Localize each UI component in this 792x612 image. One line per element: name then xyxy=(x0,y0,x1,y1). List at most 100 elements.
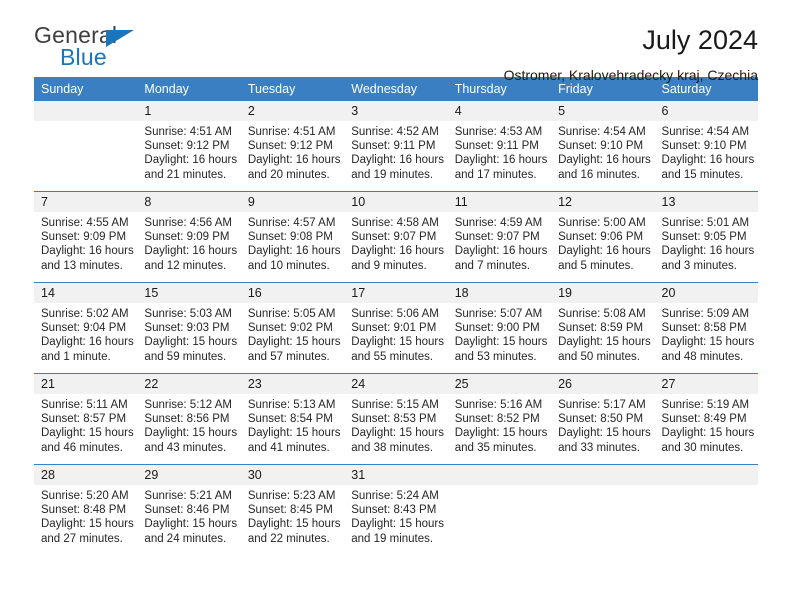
sun-info-line: Daylight: 16 hours xyxy=(247,154,341,167)
day-cell[interactable]: 23 Sunrise: 5:13 AM Sunset: 8:54 PM Dayligh… xyxy=(240,374,345,464)
sun-info-line: Daylight: 15 hours xyxy=(661,427,755,440)
day-cell[interactable]: 5 Sunrise: 4:54 AM Sunset: 9:10 PM Daylight… xyxy=(551,101,655,191)
sun-info-line: Sunrise: 5:19 AM xyxy=(661,399,750,411)
weekday-header-tuesday: Tuesday xyxy=(240,77,345,101)
sun-info-line: Sunrise: 5:23 AM xyxy=(247,490,336,502)
day-cell[interactable]: 17 Sunrise: 5:06 AM Sunset: 9:01 PM Dayligh… xyxy=(344,283,448,373)
day-number: 11 xyxy=(447,192,552,212)
sun-info-line: Sunset: 8:43 PM xyxy=(351,504,437,517)
day-cell[interactable]: 8 Sunrise: 4:56 AM Sunset: 9:09 PM Daylight… xyxy=(137,192,241,282)
day-cell[interactable]: 3 Sunrise: 4:52 AM Sunset: 9:11 PM Daylight… xyxy=(344,101,448,191)
sun-info-line: and 13 minutes. xyxy=(41,259,123,272)
sun-info-line: Daylight: 15 hours xyxy=(144,518,238,531)
day-cell[interactable]: 12 Sunrise: 5:00 AM Sunset: 9:06 PM Dayligh… xyxy=(551,192,655,282)
sun-info-line: Daylight: 15 hours xyxy=(144,427,238,440)
day-cell[interactable]: 7 Sunrise: 4:55 AM Sunset: 9:09 PM Daylight… xyxy=(34,192,138,282)
day-cell[interactable]: 4 Sunrise: 4:53 AM Sunset: 9:11 PM Daylight… xyxy=(447,101,552,191)
day-cell[interactable]: 21 Sunrise: 5:11 AM Sunset: 8:57 PM Dayligh… xyxy=(34,374,138,464)
sun-info-line: Sunset: 8:45 PM xyxy=(247,504,333,517)
day-cell[interactable]: 9 Sunrise: 4:57 AM Sunset: 9:08 PM Daylight… xyxy=(240,192,345,282)
day-number: 27 xyxy=(654,374,758,394)
sun-info-line: Sunset: 9:10 PM xyxy=(661,140,747,153)
day-number: 26 xyxy=(551,374,655,394)
sun-info-line: Sunset: 9:06 PM xyxy=(558,231,644,244)
triangle-icon xyxy=(106,30,134,47)
day-number: 23 xyxy=(240,374,345,394)
sun-info-line: Sunset: 9:00 PM xyxy=(454,322,540,335)
day-cell[interactable]: 29 Sunrise: 5:21 AM Sunset: 8:46 PM Dayligh… xyxy=(137,465,241,555)
calendar-cell: 29 Sunrise: 5:21 AM Sunset: 8:46 PM Dayligh… xyxy=(137,464,241,555)
location-subtitle: Ostromer, Kralovehradecky kraj, Czechia xyxy=(503,66,758,83)
day-number: 4 xyxy=(447,101,552,121)
day-cell[interactable]: 2 Sunrise: 4:51 AM Sunset: 9:12 PM Daylight… xyxy=(240,101,345,191)
sun-info-line: and 59 minutes. xyxy=(144,350,227,363)
sun-info-line: and 17 minutes. xyxy=(454,168,537,181)
calendar-cell: 27 Sunrise: 5:19 AM Sunset: 8:49 PM Dayligh… xyxy=(654,373,758,465)
sun-info: Sunrise: 4:54 AM Sunset: 9:10 PM Daylight:… xyxy=(551,121,654,182)
sun-info-line: Daylight: 16 hours xyxy=(661,245,755,258)
empty-day-cell xyxy=(447,465,552,555)
sun-info-line: and 53 minutes. xyxy=(454,350,537,363)
sun-info: Sunrise: 4:59 AM Sunset: 9:07 PM Daylight:… xyxy=(448,212,551,273)
sun-info: Sunrise: 5:08 AM Sunset: 8:59 PM Daylight:… xyxy=(551,303,654,364)
calendar-cell: 24 Sunrise: 5:15 AM Sunset: 8:53 PM Dayligh… xyxy=(344,373,448,465)
sun-info-line: Sunrise: 5:13 AM xyxy=(247,399,336,411)
calendar-cell: 9 Sunrise: 4:57 AM Sunset: 9:08 PM Daylight… xyxy=(240,191,345,283)
day-cell[interactable]: 11 Sunrise: 4:59 AM Sunset: 9:07 PM Dayligh… xyxy=(447,192,552,282)
sun-info: Sunrise: 5:09 AM Sunset: 8:58 PM Daylight:… xyxy=(655,303,758,364)
day-number: 25 xyxy=(447,374,552,394)
sun-info-line: Daylight: 16 hours xyxy=(558,245,651,258)
day-cell[interactable]: 15 Sunrise: 5:03 AM Sunset: 9:03 PM Dayligh… xyxy=(137,283,241,373)
day-cell[interactable]: 19 Sunrise: 5:08 AM Sunset: 8:59 PM Dayligh… xyxy=(551,283,655,373)
calendar-week-row: 7 Sunrise: 4:55 AM Sunset: 9:09 PM Daylight… xyxy=(34,191,758,283)
sun-info-line: and 35 minutes. xyxy=(454,441,537,454)
day-cell[interactable]: 6 Sunrise: 4:54 AM Sunset: 9:10 PM Daylight… xyxy=(654,101,758,191)
day-cell[interactable]: 27 Sunrise: 5:19 AM Sunset: 8:49 PM Dayligh… xyxy=(654,374,758,464)
sun-info: Sunrise: 5:23 AM Sunset: 8:45 PM Daylight:… xyxy=(241,485,344,546)
day-number: 16 xyxy=(240,283,345,303)
day-cell[interactable]: 30 Sunrise: 5:23 AM Sunset: 8:45 PM Dayligh… xyxy=(240,465,345,555)
sun-info-line: Daylight: 15 hours xyxy=(661,336,755,349)
day-cell[interactable]: 14 Sunrise: 5:02 AM Sunset: 9:04 PM Dayligh… xyxy=(34,283,138,373)
day-cell[interactable]: 10 Sunrise: 4:58 AM Sunset: 9:07 PM Dayligh… xyxy=(344,192,448,282)
day-cell[interactable]: 31 Sunrise: 5:24 AM Sunset: 8:43 PM Dayligh… xyxy=(344,465,448,555)
sun-info-line: Sunrise: 4:59 AM xyxy=(454,217,543,229)
day-cell[interactable]: 1 Sunrise: 4:51 AM Sunset: 9:12 PM Daylight… xyxy=(137,101,241,191)
calendar-cell: 6 Sunrise: 4:54 AM Sunset: 9:10 PM Daylight… xyxy=(654,101,758,192)
sun-info-line: Sunrise: 4:56 AM xyxy=(144,217,232,229)
day-number: 8 xyxy=(137,192,241,212)
general-blue-logo[interactable]: General Blue xyxy=(34,24,164,80)
day-number: 6 xyxy=(654,101,758,121)
day-cell[interactable]: 16 Sunrise: 5:05 AM Sunset: 9:02 PM Dayligh… xyxy=(240,283,345,373)
sun-info-line: Sunrise: 5:20 AM xyxy=(41,490,129,502)
calendar-cell: 5 Sunrise: 4:54 AM Sunset: 9:10 PM Daylight… xyxy=(551,101,655,192)
calendar-table: Sunday Monday Tuesday Wednesday Thursday Frid… xyxy=(34,77,758,555)
day-cell[interactable]: 28 Sunrise: 5:20 AM Sunset: 8:48 PM Dayligh… xyxy=(34,465,138,555)
day-cell[interactable]: 24 Sunrise: 5:15 AM Sunset: 8:53 PM Dayligh… xyxy=(344,374,448,464)
day-cell[interactable]: 26 Sunrise: 5:17 AM Sunset: 8:50 PM Dayligh… xyxy=(551,374,655,464)
sun-info-line: Sunrise: 5:17 AM xyxy=(558,399,646,411)
sun-info-line: Sunrise: 5:06 AM xyxy=(351,308,439,320)
calendar-cell: 8 Sunrise: 4:56 AM Sunset: 9:09 PM Daylight… xyxy=(137,191,241,283)
sun-info-line: Sunset: 8:58 PM xyxy=(661,322,747,335)
sun-info-line: Daylight: 15 hours xyxy=(454,336,548,349)
day-cell[interactable]: 13 Sunrise: 5:01 AM Sunset: 9:05 PM Dayligh… xyxy=(654,192,758,282)
empty-day-cell xyxy=(34,101,138,191)
sun-info-line: Sunset: 8:49 PM xyxy=(661,413,747,426)
sun-info-line: Sunrise: 4:52 AM xyxy=(351,126,439,138)
sun-info: Sunrise: 5:12 AM Sunset: 8:56 PM Daylight:… xyxy=(137,394,240,455)
day-cell[interactable]: 20 Sunrise: 5:09 AM Sunset: 8:58 PM Dayligh… xyxy=(654,283,758,373)
calendar-cell: 12 Sunrise: 5:00 AM Sunset: 9:06 PM Dayligh… xyxy=(551,191,655,283)
calendar-cell: 26 Sunrise: 5:17 AM Sunset: 8:50 PM Dayligh… xyxy=(551,373,655,465)
sun-info-line: Sunrise: 4:51 AM xyxy=(144,126,232,138)
sun-info-line: and 30 minutes. xyxy=(661,441,744,454)
day-cell[interactable]: 22 Sunrise: 5:12 AM Sunset: 8:56 PM Dayligh… xyxy=(137,374,241,464)
sun-info-line: Sunset: 8:56 PM xyxy=(144,413,230,426)
weekday-header-monday: Monday xyxy=(137,77,241,101)
sun-info: Sunrise: 4:54 AM Sunset: 9:10 PM Daylight:… xyxy=(655,121,758,182)
day-cell[interactable]: 25 Sunrise: 5:16 AM Sunset: 8:52 PM Dayligh… xyxy=(447,374,552,464)
sun-info-line: Sunset: 9:05 PM xyxy=(661,231,747,244)
sun-info-line: Sunset: 8:50 PM xyxy=(558,413,644,426)
day-cell[interactable]: 18 Sunrise: 5:07 AM Sunset: 9:00 PM Dayligh… xyxy=(447,283,552,373)
sun-info: Sunrise: 4:58 AM Sunset: 9:07 PM Daylight:… xyxy=(344,212,447,273)
